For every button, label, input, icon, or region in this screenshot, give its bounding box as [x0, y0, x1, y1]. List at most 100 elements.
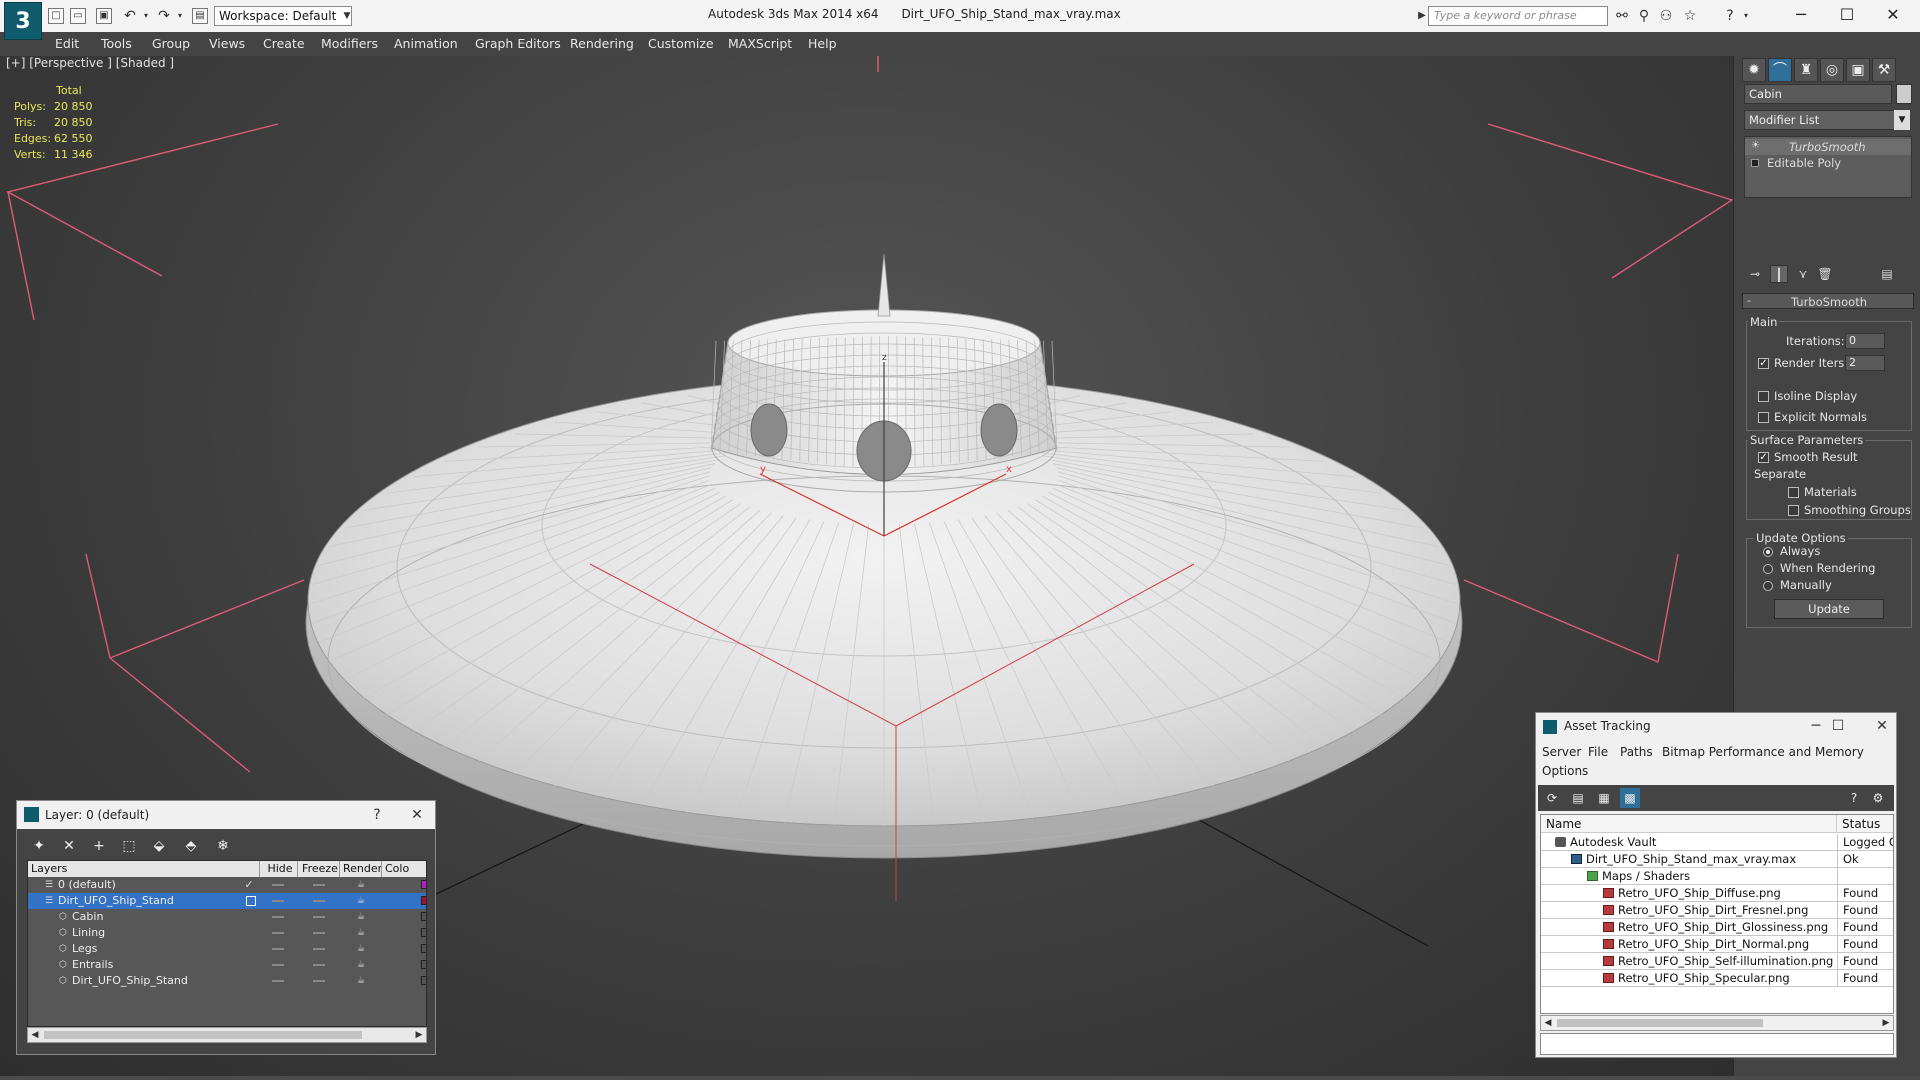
layer-row[interactable]: ⬡ Lining ☕	[28, 925, 426, 941]
new-file-icon[interactable]: □	[48, 8, 64, 24]
hide-toggle[interactable]	[272, 916, 284, 918]
pin-stack-icon[interactable]: ⊸	[1746, 265, 1764, 283]
close-button[interactable]: ✕	[1878, 4, 1908, 26]
menu-file[interactable]: File	[1588, 745, 1608, 759]
star-icon[interactable]: ☆	[1682, 8, 1698, 24]
render-iters-spinner[interactable]: 2	[1845, 355, 1885, 371]
new-layer-icon[interactable]: ✦	[29, 836, 49, 856]
list-view-icon[interactable]: ▤	[1568, 788, 1588, 808]
redo-dropdown-icon[interactable]: ▾	[172, 8, 188, 24]
manually-radio[interactable]	[1763, 581, 1773, 591]
undo-icon[interactable]: ↶	[122, 8, 138, 24]
smooth-result-checkbox[interactable]: ✓	[1758, 452, 1769, 463]
menu-tools[interactable]: Tools	[101, 36, 132, 51]
subscription-icon[interactable]: ⚲	[1636, 8, 1652, 24]
hide-toggle[interactable]	[272, 948, 284, 950]
expand-icon[interactable]	[1751, 159, 1759, 167]
hierarchy-tab-icon[interactable]: ♜	[1794, 58, 1818, 82]
layer-row[interactable]: ⬡ Dirt_UFO_Ship_Stand ☕	[28, 973, 426, 989]
refresh-icon[interactable]: ⟳	[1542, 788, 1562, 808]
app-logo-button[interactable]: 3	[4, 2, 42, 40]
menu-rendering[interactable]: Rendering	[570, 36, 634, 51]
menu-animation[interactable]: Animation	[394, 36, 458, 51]
undo-dropdown-icon[interactable]: ▾	[138, 8, 154, 24]
search-input[interactable]: Type a keyword or phrase	[1428, 6, 1608, 26]
menu-server[interactable]: Server	[1542, 745, 1581, 759]
hide-toggle[interactable]	[272, 964, 284, 966]
add-to-layer-icon[interactable]: +	[89, 836, 109, 856]
highlight-layer-icon[interactable]: ⬙	[149, 836, 169, 856]
active-layer-box-icon[interactable]	[246, 896, 256, 906]
hide-all-icon[interactable]: ⬘	[181, 836, 201, 856]
freeze-toggle[interactable]	[313, 916, 325, 918]
asset-row[interactable]: Retro_UFO_Ship_Specular.png Found	[1541, 970, 1893, 987]
column-render[interactable]: Render	[340, 861, 382, 877]
asset-row[interactable]: Autodesk Vault Logged Ou	[1541, 834, 1893, 851]
layer-row[interactable]: ⬡ Entrails ☕	[28, 957, 426, 973]
render-teapot-icon[interactable]: ☕	[356, 944, 366, 954]
menu-help[interactable]: Help	[808, 36, 837, 51]
hide-toggle[interactable]	[272, 900, 284, 902]
layer-color-swatch[interactable]	[421, 928, 426, 937]
help-icon[interactable]: ?	[1722, 8, 1738, 24]
isoline-display-checkbox[interactable]	[1758, 391, 1769, 402]
asset-row[interactable]: Retro_UFO_Ship_Dirt_Glossiness.png Found	[1541, 919, 1893, 936]
layer-color-swatch[interactable]	[421, 944, 426, 953]
hide-toggle[interactable]	[272, 980, 284, 982]
layer-color-swatch[interactable]	[421, 896, 426, 905]
freeze-toggle[interactable]	[313, 884, 325, 886]
asset-row[interactable]: Maps / Shaders	[1541, 868, 1893, 885]
asset-tracking-title[interactable]: Asset Tracking	[1564, 719, 1651, 733]
maximize-button[interactable]: ☐	[1826, 715, 1850, 737]
menu-graph-editors[interactable]: Graph Editors	[475, 36, 561, 51]
layer-color-swatch[interactable]	[421, 912, 426, 921]
layer-row[interactable]: ⬡ Legs ☕	[28, 941, 426, 957]
freeze-toggle[interactable]	[313, 932, 325, 934]
column-freeze[interactable]: Freeze	[298, 861, 340, 877]
delete-layer-icon[interactable]: ✕	[59, 836, 79, 856]
turbosmooth-rollout-header[interactable]: - TurboSmooth	[1742, 293, 1914, 309]
freeze-toggle[interactable]	[313, 964, 325, 966]
minimize-button[interactable]: ─	[1786, 4, 1816, 26]
project-folder-icon[interactable]: ▤	[192, 8, 208, 24]
freeze-toggle[interactable]	[313, 900, 325, 902]
menu-group[interactable]: Group	[152, 36, 190, 51]
scroll-left-icon[interactable]: ◀	[1541, 1016, 1555, 1030]
save-file-icon[interactable]: ▣	[96, 8, 112, 24]
display-tab-icon[interactable]: ▣	[1846, 58, 1870, 82]
help-icon[interactable]: ?	[1844, 788, 1864, 808]
asset-row[interactable]: Retro_UFO_Ship_Dirt_Fresnel.png Found	[1541, 902, 1893, 919]
render-iters-checkbox[interactable]: ✓	[1758, 358, 1769, 369]
communication-icon[interactable]: ⚇	[1658, 8, 1674, 24]
redo-icon[interactable]: ↷	[156, 8, 172, 24]
render-teapot-icon[interactable]: ☕	[356, 880, 366, 890]
column-layers[interactable]: Layers	[28, 861, 260, 877]
asset-row[interactable]: Dirt_UFO_Ship_Stand_max_vray.max Ok	[1541, 851, 1893, 868]
asset-horizontal-scrollbar[interactable]: ◀ ▶	[1540, 1015, 1894, 1031]
close-icon[interactable]: ✕	[1870, 715, 1894, 737]
details-view-icon[interactable]: ▦	[1594, 788, 1614, 808]
show-end-result-icon[interactable]: ┃	[1770, 265, 1788, 283]
menu-paths[interactable]: Paths	[1620, 745, 1653, 759]
column-status[interactable]: Status	[1837, 815, 1893, 833]
help-dropdown-icon[interactable]: ▾	[1738, 8, 1754, 24]
iterations-spinner[interactable]: 0	[1845, 333, 1885, 349]
layer-row[interactable]: ☰ Dirt_UFO_Ship_Stand ☕	[28, 893, 426, 909]
layer-horizontal-scrollbar[interactable]: ◀ ▶	[27, 1027, 427, 1043]
modifier-list-dropdown[interactable]: Modifier List	[1744, 110, 1902, 130]
chevron-down-icon[interactable]: ▼	[1894, 110, 1910, 130]
column-name[interactable]: Name	[1541, 815, 1837, 833]
select-objects-icon[interactable]: ⬚	[119, 836, 139, 856]
always-radio[interactable]	[1763, 547, 1773, 557]
binoculars-icon[interactable]: ⚯	[1614, 8, 1630, 24]
render-teapot-icon[interactable]: ☕	[356, 912, 366, 922]
make-unique-icon[interactable]: ⋎	[1794, 265, 1812, 283]
minimize-button[interactable]: ─	[1804, 715, 1828, 737]
smoothing-groups-checkbox[interactable]	[1788, 505, 1799, 516]
scroll-left-icon[interactable]: ◀	[28, 1028, 42, 1042]
layer-row[interactable]: ☰ 0 (default) ✓ ☕	[28, 877, 426, 893]
freeze-toggle[interactable]	[313, 980, 325, 982]
menu-maxscript[interactable]: MAXScript	[728, 36, 792, 51]
scroll-right-icon[interactable]: ▶	[1879, 1016, 1893, 1030]
viewport-label[interactable]: [+] [Perspective ] [Shaded ]	[6, 56, 174, 70]
